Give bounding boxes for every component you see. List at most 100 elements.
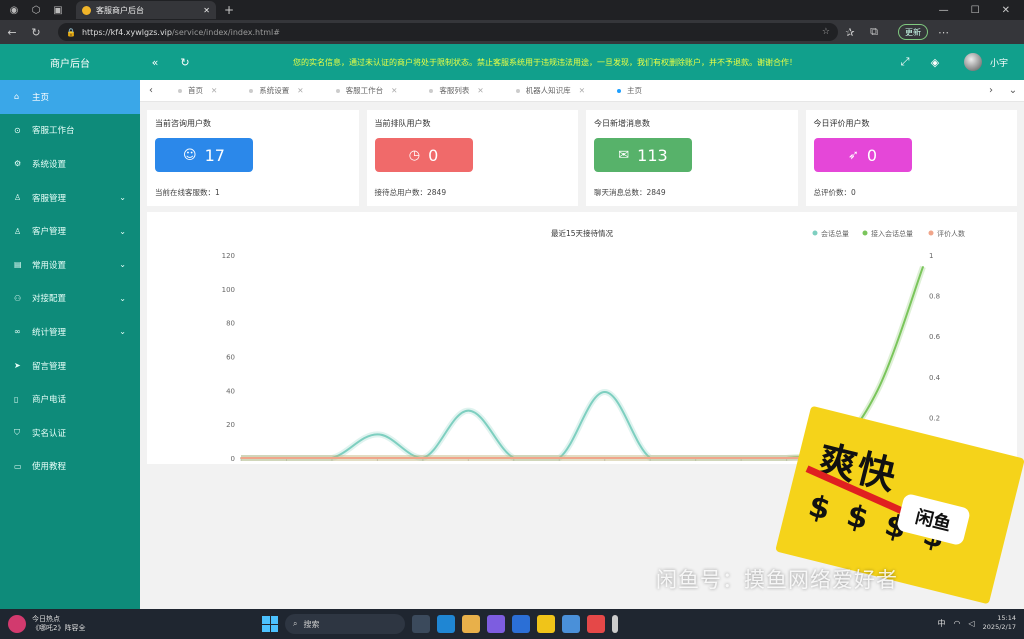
user-menu[interactable]: 小宇 [950, 53, 1024, 71]
volume-icon[interactable]: ◁ [969, 619, 975, 628]
series-2-point-9 [649, 457, 651, 459]
ime-indicator[interactable]: 中 [938, 618, 946, 629]
favorite-star-icon[interactable]: ☆ [822, 27, 830, 37]
workspaces-icon[interactable]: ⬡ [28, 2, 44, 18]
start-icon[interactable] [262, 616, 278, 632]
series-2-point-4 [422, 457, 424, 459]
page-tabs: ‹ 首页 ✕ 系统设置 ✕ 客服工作台 ✕ 客服列表 ✕ 机器人知识库 ✕ 主页 › ⌄ [140, 80, 1024, 102]
collapse-sidebar-icon[interactable]: « [140, 56, 170, 69]
close-icon[interactable]: ✕ [579, 86, 585, 95]
sidebar-item-1[interactable]: ⊙ 客服工作台 [0, 114, 140, 148]
refresh-page-icon[interactable]: ↻ [170, 56, 200, 69]
tabs-next-icon[interactable]: › [980, 85, 1002, 96]
card-title: 今日新增消息数 [594, 119, 650, 128]
series-0-point-3 [376, 433, 379, 436]
series-2-point-12 [785, 457, 788, 459]
profile-icon[interactable]: ◉ [6, 2, 22, 18]
page-tab-2[interactable]: 客服工作台 ✕ [320, 80, 414, 102]
sidebar-item-2[interactable]: ⚙ 系统设置 [0, 147, 140, 181]
edge-icon[interactable] [437, 615, 455, 633]
task-view-icon[interactable] [412, 615, 430, 633]
chevron-down-icon: ⌄ [119, 226, 126, 236]
sidebar-item-label: 客服工作台 [32, 126, 75, 137]
page-tab-3[interactable]: 客服列表 ✕ [413, 80, 499, 102]
close-icon[interactable]: ✕ [297, 86, 303, 95]
news-widget[interactable]: 今日热点 《哪吒2》阵容全 [0, 615, 85, 633]
series-0-point-5 [467, 409, 470, 412]
page-tab-1[interactable]: 系统设置 ✕ [233, 80, 319, 102]
card-footer: 当前在线客服数：1 [155, 188, 220, 197]
page-tab-4[interactable]: 机器人知识库 ✕ [500, 80, 601, 102]
chevron-down-icon: ⌄ [119, 260, 126, 270]
browser-tab[interactable]: 客服商户后台 ✕ [76, 1, 216, 19]
notes-icon[interactable] [537, 615, 555, 633]
refresh-icon[interactable]: ↻ [24, 26, 48, 39]
legend-swatch-2 [928, 230, 934, 236]
close-icon[interactable]: ✕ [391, 86, 397, 95]
search-placeholder: 搜索 [303, 619, 320, 629]
username: 小宇 [989, 58, 1008, 69]
theme-icon[interactable]: ◈ [920, 56, 950, 69]
tab-actions-icon[interactable]: ▣ [50, 2, 66, 18]
tabs-prev-icon[interactable]: ‹ [140, 85, 162, 96]
maximize-icon[interactable]: ☐ [971, 5, 980, 16]
close-icon[interactable]: ✕ [477, 86, 483, 95]
tab-dot [249, 88, 254, 93]
file-explorer-icon[interactable] [462, 615, 480, 633]
back-icon[interactable]: ← [0, 26, 24, 39]
photos-icon[interactable] [562, 615, 580, 633]
series-2-point-11 [740, 457, 742, 459]
card-value-badge: ◷ 0 [374, 138, 473, 172]
sidebar-item-11[interactable]: ▭ 使用教程 [0, 450, 140, 484]
page-tab-0[interactable]: 首页 ✕ [162, 80, 233, 102]
fullscreen-icon[interactable]: ⤢ [890, 55, 920, 69]
card-value-badge: ☺ 17 [155, 138, 253, 172]
app2-icon[interactable] [612, 615, 618, 633]
page-tab-5[interactable]: 主页 [601, 80, 658, 102]
wps-icon[interactable] [587, 615, 605, 633]
minimize-icon[interactable]: — [939, 5, 949, 16]
window-close-icon[interactable]: ✕ [1002, 5, 1010, 16]
series-1-point-14 [876, 389, 879, 392]
card-footer: 总评价数：0 [813, 188, 856, 197]
more-icon[interactable]: ⋯ [938, 26, 949, 39]
close-icon[interactable]: ✕ [203, 6, 210, 15]
browser-titlebar: ◉ ⬡ ▣ 客服商户后台 ✕ + — ☐ ✕ [0, 0, 1024, 20]
y-right-tick-1: 0.2 [929, 414, 940, 422]
sidebar-item-5[interactable]: ▤ 常用设置 ⌄ [0, 248, 140, 282]
tabs-menu-icon[interactable]: ⌄ [1002, 85, 1024, 96]
book-icon: ▭ [14, 461, 22, 471]
new-tab-button[interactable]: + [224, 3, 234, 17]
sidebar-item-0[interactable]: ⌂ 主页 [0, 80, 140, 114]
wifi-icon[interactable]: ◠ [954, 619, 961, 628]
update-button[interactable]: 更新 [898, 24, 928, 40]
clock[interactable]: 15:14 2025/2/17 [983, 614, 1016, 632]
sidebar-item-6[interactable]: ⚇ 对接配置 ⌄ [0, 282, 140, 316]
sidebar-item-9[interactable]: ▯ 商户电话 [0, 382, 140, 416]
sidebar-item-4[interactable]: ♙ 客户管理 ⌄ [0, 214, 140, 248]
chevron-down-icon: ⌄ [119, 293, 126, 303]
sidebar-item-label: 商户电话 [32, 395, 67, 406]
app-icon[interactable] [487, 615, 505, 633]
sidebar-item-7[interactable]: ∞ 统计管理 ⌄ [0, 315, 140, 349]
settings-icon: ▤ [14, 260, 22, 270]
card-value: 0 [866, 145, 878, 165]
vscode-icon[interactable] [512, 615, 530, 633]
tab-dot [335, 88, 340, 93]
sidebar-item-label: 常用设置 [32, 260, 67, 271]
taskbar-search[interactable]: ⌕ 搜索 [285, 614, 405, 634]
tab-dot [616, 88, 621, 93]
sidebar-item-10[interactable]: ⛉ 实名认证 [0, 416, 140, 450]
sidebar-item-3[interactable]: ♙ 客服管理 ⌄ [0, 181, 140, 215]
legend-label-0: 会话总量 [821, 229, 849, 238]
collections-icon[interactable]: ⧉ [862, 25, 886, 39]
y-right-tick-5: 1 [929, 252, 933, 260]
address-bar[interactable]: 🔒 https://kf4.xywlgzs.vip/service/index/… [58, 23, 838, 41]
series-2-point-10 [694, 457, 697, 459]
stat-card-1: 当前排队用户数 ◷ 0 接待总用户数：2849 [366, 110, 578, 206]
close-icon[interactable]: ✕ [211, 86, 217, 95]
sidebar-item-8[interactable]: ➤ 留言管理 [0, 349, 140, 383]
favorites-icon[interactable]: ✰ [838, 26, 862, 39]
series-2-point-6 [513, 457, 515, 459]
users-icon: ♙ [14, 226, 22, 236]
